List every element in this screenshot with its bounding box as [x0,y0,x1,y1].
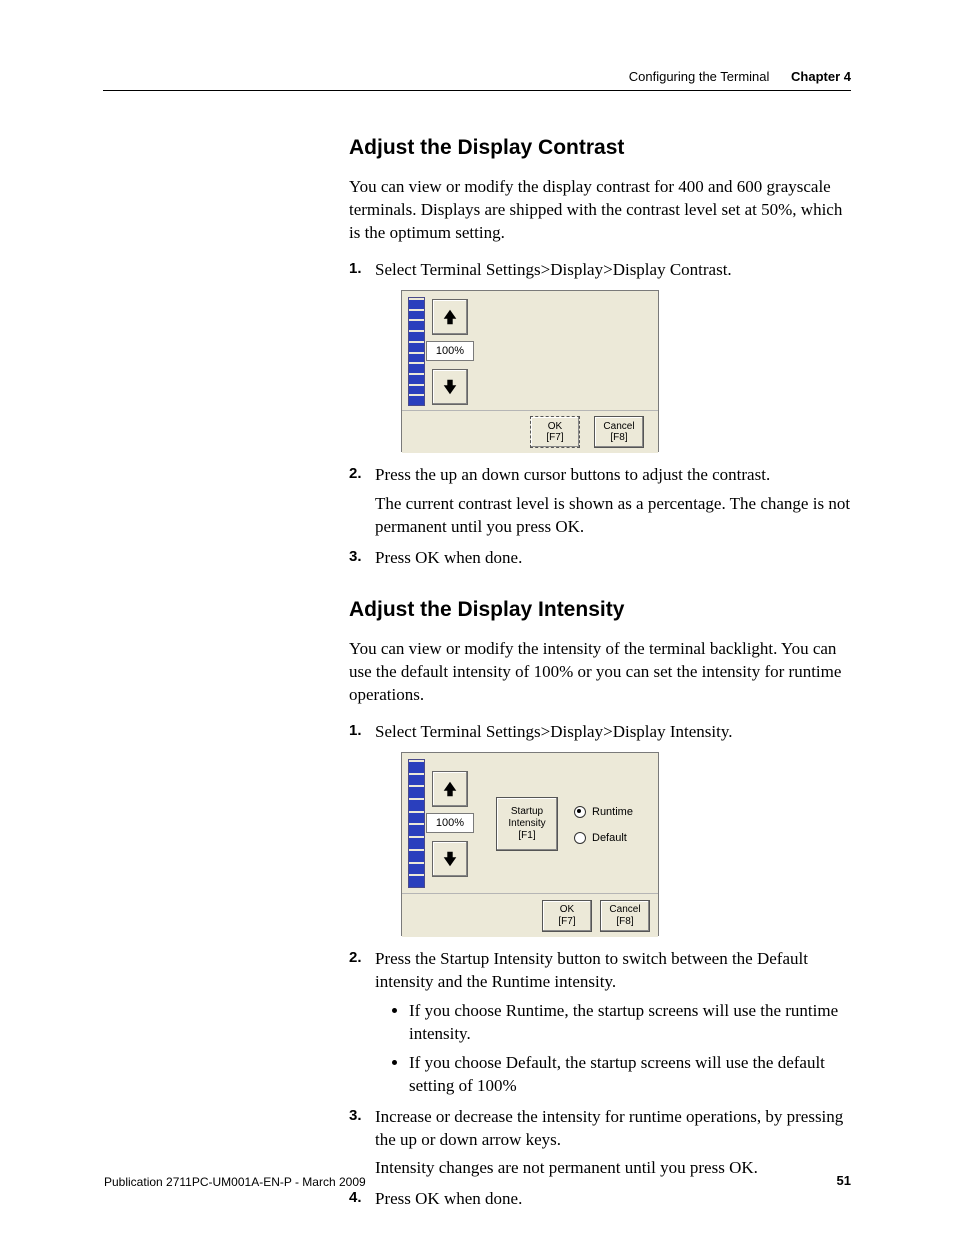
intro-contrast: You can view or modify the display contr… [349,176,854,245]
button-key: [F7] [558,916,575,928]
intensity-step-2: 2. Press the Startup Intensity button to… [349,948,854,1098]
button-key: [F1] [518,830,535,842]
step-number: 3. [349,547,362,567]
heading-intensity: Adjust the Display Intensity [349,596,854,624]
radio-default[interactable]: Default [574,831,627,846]
step-number: 2. [349,464,362,484]
contrast-step-1: 1. Select Terminal Settings>Display>Disp… [349,259,854,452]
button-key: [F8] [616,916,633,928]
bullet-runtime: If you choose Runtime, the startup scree… [409,1000,854,1046]
step-number: 1. [349,259,362,279]
step-follow-text: The current contrast level is shown as a… [375,493,854,539]
button-label: Cancel [609,904,640,916]
contrast-down-button[interactable] [432,369,468,405]
button-key: [F7] [546,432,563,444]
button-label-line: Startup [511,806,543,818]
step-number: 2. [349,948,362,968]
step-text: Select Terminal Settings>Display>Display… [375,259,854,282]
radio-label: Runtime [592,805,633,820]
contrast-ok-button[interactable]: OK [F7] [530,416,580,448]
intro-intensity: You can view or modify the intensity of … [349,638,854,707]
button-label: OK [560,904,574,916]
arrow-up-icon [441,780,459,798]
intensity-value: 100% [426,813,474,833]
step-text: Press OK when done. [375,547,854,570]
radio-runtime[interactable]: Runtime [574,805,633,820]
intensity-cancel-button[interactable]: Cancel [F8] [600,900,650,932]
step-follow-text: Intensity changes are not permanent unti… [375,1157,854,1180]
radio-label: Default [592,831,627,846]
header-chapter: Chapter 4 [791,69,851,84]
step-text: Press the up an down cursor buttons to a… [375,464,854,487]
intensity-dialog: 100% Startup Intensity [F1] [401,752,659,936]
arrow-down-icon [441,378,459,396]
page-header: Configuring the Terminal Chapter 4 [103,68,851,91]
page-content: Adjust the Display Contrast You can view… [349,134,854,1229]
step-text: Press the Startup Intensity button to sw… [375,948,854,994]
contrast-step-2: 2. Press the up an down cursor buttons t… [349,464,854,539]
contrast-up-button[interactable] [432,299,468,335]
arrow-down-icon [441,850,459,868]
contrast-level-bar [408,297,425,406]
button-label: Cancel [603,421,634,433]
intensity-up-button[interactable] [432,771,468,807]
button-label-line: Intensity [508,818,545,830]
intensity-down-button[interactable] [432,841,468,877]
step-number: 1. [349,721,362,741]
step-text: Press OK when done. [375,1188,854,1211]
contrast-value: 100% [426,341,474,361]
contrast-step-3: 3. Press OK when done. [349,547,854,570]
step-number: 3. [349,1106,362,1126]
page-number: 51 [837,1172,851,1190]
arrow-up-icon [441,308,459,326]
startup-intensity-button[interactable]: Startup Intensity [F1] [496,797,558,851]
intensity-step-1: 1. Select Terminal Settings>Display>Disp… [349,721,854,936]
radio-icon [574,832,586,844]
contrast-dialog: 100% OK [F7] Cancel [401,290,659,452]
step-number: 4. [349,1188,362,1208]
header-section: Configuring the Terminal [629,69,770,84]
intensity-step-4: 4. Press OK when done. [349,1188,854,1211]
publication-footer: Publication 2711PC-UM001A-EN-P - March 2… [104,1174,366,1190]
intensity-step-3: 3. Increase or decrease the intensity fo… [349,1106,854,1181]
intensity-ok-button[interactable]: OK [F7] [542,900,592,932]
step-text: Select Terminal Settings>Display>Display… [375,721,854,744]
button-key: [F8] [610,432,627,444]
intensity-level-bar [408,759,425,888]
contrast-cancel-button[interactable]: Cancel [F8] [594,416,644,448]
radio-icon [574,806,586,818]
bullet-default: If you choose Default, the startup scree… [409,1052,854,1098]
step-text: Increase or decrease the intensity for r… [375,1106,854,1152]
button-label: OK [548,421,562,433]
heading-contrast: Adjust the Display Contrast [349,134,854,162]
